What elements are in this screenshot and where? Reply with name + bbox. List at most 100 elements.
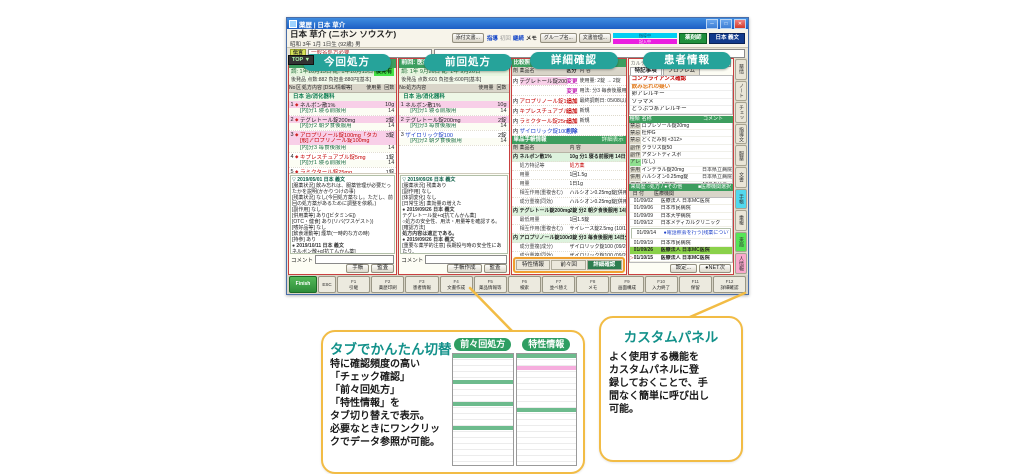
side-tab[interactable]: 重複	[735, 210, 747, 231]
fn-key[interactable]: F5 薬品情報等	[474, 276, 507, 293]
med-row[interactable]: 禁忌 どくだみ刻 <312>	[630, 137, 732, 144]
compare-row[interactable]: 内 キプレスチュアブル錠5mg 追加 新規	[512, 106, 626, 116]
med-row[interactable]: 禁忌 ロプレソール錠20mg	[630, 123, 732, 130]
side-tab[interactable]: 服薬	[735, 145, 747, 166]
side-tab[interactable]: 人情報	[735, 253, 747, 274]
finish-button[interactable]: Finish	[289, 276, 317, 293]
compare-row[interactable]: 内 アロプリノール錠100mg「タカタ」 追加 最終調剤日: 05/08以前(約…	[512, 96, 626, 106]
detail-row[interactable]: 内 ネルボン散1% 10g 分1 寝る前服用 14日分 (1日10g)	[512, 153, 626, 162]
side-tab[interactable]: 文書	[735, 167, 747, 188]
rx-row[interactable]: 3 ◆ アロプリノール錠100mg「タカタ」 3錠 [般]アロプリノール錠100…	[289, 131, 396, 153]
top-tab[interactable]: TOP ▼	[288, 55, 314, 65]
patient-alert[interactable]: どうぶつ系アレルギー	[630, 106, 732, 114]
visit-row[interactable]: 01/09/02 医療法人 日本MC医院	[630, 198, 732, 205]
settings-button[interactable]: 設定...	[670, 264, 698, 273]
comment-input[interactable]	[425, 255, 506, 264]
compare-row[interactable]: 内 ザイロリック錠100 削除	[512, 126, 626, 136]
med-row[interactable]: 副作 アダントディスポ	[630, 152, 732, 159]
comment-input[interactable]	[315, 255, 394, 264]
compare-row[interactable]: 内 テグレトール錠200mg 変更 使用量: 2錠 → 2錠	[512, 76, 626, 86]
detail-row[interactable]: 相互作用(重複含む) サイレース錠2.5mg (10/13)	[512, 225, 626, 234]
visit-row[interactable]: 01/09/09 日本大学病院	[630, 213, 732, 220]
rx-row[interactable]: 4 ◆ キプレスチュアブル錠5mg 1錠 [内]分1 寝る前服用 14	[289, 153, 396, 168]
detail-tab[interactable]: 特性情報	[516, 260, 551, 270]
med-row[interactable]: 併用 ハルシオン0.25mg錠 日本県立病院	[630, 174, 732, 181]
detail-row[interactable]: 相互作用(重複含む) ハルシオン0.25mg錠[併用薬-前回薬]	[512, 189, 626, 198]
patient-alert[interactable]: 飲み忘れの疑い	[630, 84, 732, 92]
rx-row[interactable]: 2 テグレトール錠200mg 2錠 [内]分3 毎食後服用 14	[399, 116, 508, 131]
patient-alert[interactable]: 卵アレルギー	[630, 91, 732, 99]
rx-row[interactable]: 3 ザイロリック錠100 2錠 [内]分2 朝夕食後服用 14	[399, 131, 508, 146]
mode-label[interactable]: 指導	[486, 36, 499, 42]
side-tab[interactable]: 指導文	[735, 124, 747, 145]
fn-key[interactable]: F6 検索	[508, 276, 541, 293]
rx-row[interactable]: 2 ◆ テグレトール錠200mg 2錠 [内]分2 朝夕食後服用 14	[289, 116, 396, 131]
fn-key[interactable]: F2 薬歴印刷	[371, 276, 404, 293]
guidance-note[interactable]: ▽ 2019/09/26 日本 義文[服薬状況] 残薬あり[副作用] なし[体調…	[400, 175, 507, 254]
close-button[interactable]: ✕	[734, 19, 746, 29]
side-tab[interactable]: チェック	[735, 102, 747, 123]
fn-key[interactable]: F7 並べ替え	[542, 276, 575, 293]
org-select-label[interactable]: ■医療機関選択	[698, 184, 731, 191]
detail-row[interactable]: 内 テグレトール錠200mg 2錠 分2 朝夕食後服用 14日分 (1日2錠)	[512, 207, 626, 216]
visit-row[interactable]: 01/09/14 ●電話照会を行う(残薬について)	[631, 228, 731, 238]
fn-key[interactable]: F11 保留	[679, 276, 712, 293]
detail-row[interactable]: 最低用量 1回1.5錠	[512, 216, 626, 225]
visit-row[interactable]: 01/09/19 日本市民病院	[630, 240, 732, 247]
fn-key[interactable]: F9 画面構成	[610, 276, 643, 293]
detail-tab[interactable]: 前々回	[551, 260, 586, 270]
detail-tab[interactable]: 詳細確認	[587, 260, 622, 270]
mode-label[interactable]: 継続	[512, 36, 525, 42]
side-tab[interactable]: 薬情	[735, 59, 747, 80]
side-tab[interactable]: 手帳	[735, 189, 747, 210]
rx-row[interactable]: 1 ネルボン散1% 10g [内]分1 寝る前服用 14	[399, 101, 508, 116]
med-row[interactable]: 禁忌 杜仲G	[630, 130, 732, 137]
fn-key[interactable]: F12 詳細確認	[713, 276, 746, 293]
fn-key[interactable]: F3 患者情報	[405, 276, 438, 293]
visit-row[interactable]: 01/09/26 医療法人 日本MC医院	[630, 247, 732, 254]
detail-link[interactable]: 詳細表示	[602, 136, 624, 144]
compare-row[interactable]: 内 ラミクタール錠25mg 追加 新規	[512, 116, 626, 126]
med-row[interactable]: アレ (なし)	[630, 159, 732, 166]
kansa-button[interactable]: 監査	[484, 264, 507, 273]
patient-alert[interactable]: ソラマメ	[630, 99, 732, 107]
detail-row[interactable]: 成分重複(同効) ザイロリック錠100 (09/26)	[512, 252, 626, 256]
net-next-button[interactable]: ●NET次	[699, 264, 731, 273]
med-row[interactable]: 併用 インデラル錠20mg 日本県立病院	[630, 167, 732, 174]
detail-row[interactable]: 内 アロプリノール錠100mg「タカタ」 3錠 分3 毎食後服用 14日分 (1…	[512, 234, 626, 243]
fn-key[interactable]: F4 文書作成	[440, 276, 473, 293]
pharmacist-button[interactable]: 薬剤師	[679, 33, 708, 44]
detail-row[interactable]: 成分重複(同効) ハルシオン0.25mg錠[併用薬-前回薬]	[512, 198, 626, 207]
esc-key[interactable]: ESC	[318, 276, 336, 293]
group-name-button[interactable]: グループ名...	[540, 33, 577, 43]
doc-manage-button[interactable]: 文書管理...	[579, 33, 611, 43]
techo-button[interactable]: 手帳	[346, 264, 369, 273]
minimize-button[interactable]: ─	[706, 19, 718, 29]
visit-row[interactable]: 01/09/12 日本メディカルクリニック	[630, 220, 732, 227]
rx-row[interactable]: 5 ◆ ラミクタール錠25mg 1錠 [内]分1 朝食後服用 14	[289, 168, 396, 174]
compare-row[interactable]: 変更 用法: 分3 毎食後服用 → 分2 朝夕食後服用	[512, 86, 626, 96]
detail-row[interactable]: 用量 1回1.5g	[512, 171, 626, 180]
techo-create-button[interactable]: 手帳作成	[447, 264, 481, 273]
fn-key[interactable]: F8 メモ	[576, 276, 609, 293]
rx-row[interactable]: 1 ◆ ネルボン散1% 10g [内]分1 寝る前服用 14	[289, 101, 396, 116]
kansa-button[interactable]: 監査	[371, 264, 394, 273]
side-tab[interactable]: ノート	[735, 81, 747, 102]
side-tab[interactable]: 来局	[735, 232, 747, 253]
maximize-button[interactable]: □	[720, 19, 732, 29]
detail-row[interactable]: 成分重複(成分) ザイロリック錠100 (09/26)	[512, 243, 626, 252]
patient-alert[interactable]: コンプライアンス確認	[630, 76, 732, 84]
guidance-note[interactable]: ▽ 2019/05/01 日本 義文[服薬状況] 飲み忘れは、服薬管理が必要だっ…	[290, 175, 395, 254]
mode-label[interactable]: メモ	[525, 36, 538, 42]
mode-label[interactable]: 初回	[499, 36, 512, 42]
detail-row[interactable]: 用量 1日1g	[512, 180, 626, 189]
visit-row[interactable]: 01/09/06 日本市民病院	[630, 205, 732, 212]
detail-row[interactable]: 処方特記等 処方薬	[512, 162, 626, 171]
fn-key[interactable]: F10 入力終了	[645, 276, 678, 293]
user-button[interactable]: 日本 義文	[709, 33, 745, 44]
attach-doc-button[interactable]: 添付文書...	[452, 33, 484, 43]
thumb-band	[517, 408, 577, 412]
visit-row[interactable]: ▷ 01/10/15 医療法人 日本MC医院	[630, 255, 732, 262]
fn-key[interactable]: F1 引継	[337, 276, 370, 293]
med-row[interactable]: 副作 クラリス錠50	[630, 145, 732, 152]
